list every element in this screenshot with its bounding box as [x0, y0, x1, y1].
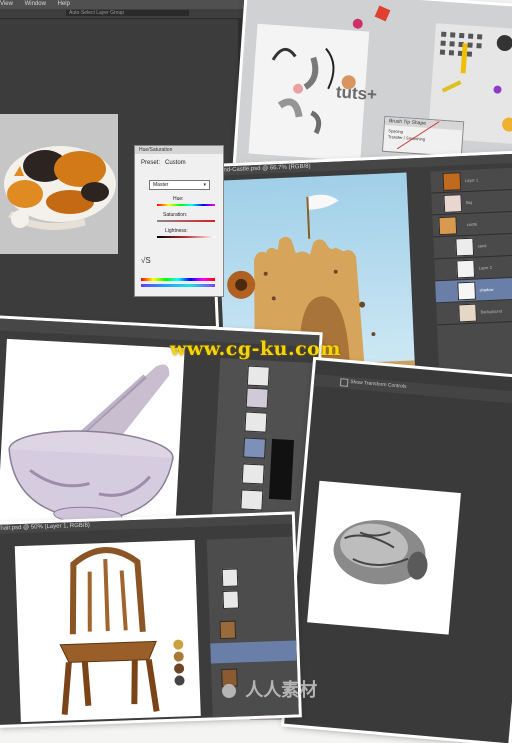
layer-row[interactable]: Background — [436, 299, 512, 326]
color-bar-top — [141, 278, 215, 281]
layer-thumbnail — [438, 216, 458, 236]
texture-blot — [333, 520, 428, 585]
texture-canvas — [307, 480, 461, 635]
layer-name: sand — [477, 243, 487, 249]
channel-select[interactable]: Master ▾ — [149, 180, 210, 190]
layer-thumbnail[interactable] — [244, 411, 268, 433]
layers-panel: Layer 1 flag castle sand Layer 2 shadow … — [430, 167, 512, 382]
layer-thumbnail — [457, 281, 477, 301]
wooden-chair-illustration — [59, 547, 185, 715]
site-watermark: www.cg-ku.com — [170, 338, 341, 360]
preset-label: Preset: — [141, 160, 161, 166]
layer-thumbnail — [456, 259, 476, 279]
brand-logo-icon — [222, 684, 236, 698]
mortar-pestle-illustration — [8, 364, 174, 525]
brand-text: 人人素材 — [245, 680, 318, 701]
options-bar: Auto-Select Layer Group — [0, 9, 246, 19]
hue-saturation-dialog[interactable]: Hue/Saturation Preset: Custom Master ▾ H… — [134, 145, 224, 297]
mortar-canvas — [0, 338, 185, 538]
layer-name: Layer 1 — [464, 177, 479, 183]
layer-thumbnail[interactable] — [219, 620, 237, 640]
lightness-slider[interactable] — [157, 236, 215, 238]
layer-thumbnail — [455, 237, 475, 257]
eyedropper-icon[interactable]: √S — [141, 256, 151, 265]
layer-thumbnail[interactable] — [241, 463, 265, 485]
texture-options-bar: Show Transform Controls — [313, 373, 512, 406]
layer-name: shadow — [479, 286, 494, 293]
hue-label: Hue: — [173, 196, 184, 202]
layer-thumbnail[interactable] — [240, 489, 264, 511]
layer-row-selected[interactable] — [210, 640, 297, 664]
layer-thumbnail[interactable] — [245, 387, 269, 409]
chevron-down-icon: ▾ — [203, 182, 206, 188]
saturation-label: Saturation: — [163, 212, 188, 218]
hue-slider[interactable] — [157, 204, 215, 206]
sandcastle-doc-tab[interactable]: Sand-Castle.psd @ 66.7% (RGB/8) — [216, 164, 311, 174]
dialog-title: Hue/Saturation — [135, 146, 223, 154]
show-transform-label: Show Transform Controls — [349, 379, 407, 390]
layer-thumbnail — [443, 194, 463, 213]
menu-window[interactable]: Window — [25, 1, 46, 7]
color-bar-bottom — [141, 284, 215, 287]
layer-thumbnail — [458, 303, 477, 323]
layer-thumbnail — [442, 172, 462, 191]
chair-canvas — [14, 539, 201, 723]
canvas-cat — [0, 114, 118, 254]
channel-value: Master — [153, 182, 169, 188]
black-mask-thumb — [268, 438, 295, 500]
chair-doc-tab-label[interactable]: Chair.psd @ 50% (Layer 1, RGB/8) — [0, 523, 90, 532]
preset-value[interactable]: Custom — [165, 160, 186, 166]
calico-cat-illustration — [4, 146, 116, 230]
layer-thumbnail[interactable] — [243, 437, 267, 459]
layer-name: castle — [466, 221, 478, 227]
brand-watermark: 人人素材 — [222, 676, 317, 702]
layer-thumbnail[interactable] — [246, 365, 270, 387]
layer-thumbnail[interactable] — [222, 590, 240, 609]
layer-name: Background — [480, 308, 503, 315]
lightness-label: Lightness: — [165, 228, 188, 234]
saturation-slider[interactable] — [157, 220, 215, 222]
layer-row-selected[interactable]: shadow — [435, 277, 512, 304]
layer-row[interactable]: sand — [433, 233, 512, 260]
layer-name: flag — [465, 199, 473, 205]
layer-row[interactable]: Layer 2 — [434, 255, 512, 282]
panel-texture: Show Transform Controls — [284, 360, 512, 743]
menu-bar: View Window Help — [0, 0, 246, 9]
layer-name: Layer 2 — [478, 264, 493, 271]
checkbox-icon[interactable] — [339, 378, 349, 387]
menu-help[interactable]: Help — [58, 1, 70, 7]
auto-select-field[interactable]: Auto-Select Layer Group — [66, 10, 189, 16]
menu-view[interactable]: View — [0, 1, 13, 7]
layer-thumbnail[interactable] — [221, 568, 239, 588]
